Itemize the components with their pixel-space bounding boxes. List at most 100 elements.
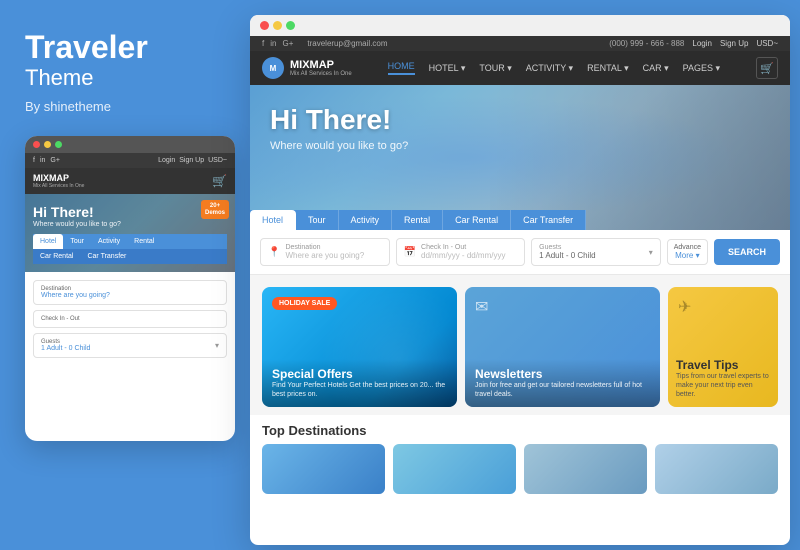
mobile-tab-rental[interactable]: Rental — [127, 234, 161, 249]
mobile-logo-bar: MIXMAP Mix All Services In One 🛒 — [25, 168, 235, 194]
special-offers-desc: Find Your Perfect Hotels Get the best pr… — [272, 381, 447, 399]
guests-field[interactable]: Guests 1 Adult - 0 Child ▾ — [531, 238, 661, 266]
destination-field[interactable]: 📍 Destination Where are you going? — [260, 238, 390, 266]
top-destinations-title: Top Destinations — [262, 423, 778, 438]
travel-tips-content: Travel Tips Tips from our travel experts… — [668, 350, 778, 407]
stab-activity[interactable]: Activity — [339, 210, 393, 230]
checkin-field[interactable]: 📅 Check In - Out dd/mm/yyy - dd/mm/yyy — [396, 238, 526, 266]
mobile-nav: f in G+ Login Sign Up USD~ — [25, 153, 235, 168]
nav-icons: 🛒 — [756, 57, 778, 79]
desktop-navbar: M MIXMAP Mix All Services In One HOME HO… — [250, 51, 790, 85]
login-btn[interactable]: Login — [692, 39, 712, 48]
top-destinations-section: Top Destinations — [250, 415, 790, 502]
hero-subtitle: Where would you like to go? — [270, 140, 408, 152]
gplus-icon[interactable]: G+ — [282, 39, 293, 48]
dot-green — [55, 141, 62, 148]
nav-home[interactable]: HOME — [388, 61, 415, 75]
nav-tour[interactable]: TOUR ▾ — [479, 63, 511, 74]
currency-select[interactable]: USD~ — [208, 157, 227, 164]
promo-cards: HOLIDAY SALE Special Offers Find Your Pe… — [250, 275, 790, 415]
special-offers-card[interactable]: HOLIDAY SALE Special Offers Find Your Pe… — [262, 287, 457, 407]
nav-activity[interactable]: ACTIVITY ▾ — [526, 63, 573, 74]
mobile-tab-car-rental[interactable]: Car Rental — [33, 249, 80, 264]
mobile-destination-field[interactable]: Destination Where are you going? — [33, 280, 227, 305]
linkedin-icon[interactable]: in — [40, 157, 45, 164]
dest-card-3[interactable] — [524, 444, 647, 494]
mobile-tab-hotel[interactable]: Hotel — [33, 234, 63, 249]
demos-badge: 20+Demos — [201, 200, 229, 219]
fb-icon[interactable]: f — [262, 39, 264, 48]
destination-icon: 📍 — [268, 247, 280, 258]
stab-tour[interactable]: Tour — [296, 210, 339, 230]
search-bar: 📍 Destination Where are you going? 📅 Che… — [250, 230, 790, 275]
signup-btn[interactable]: Sign Up — [720, 39, 748, 48]
desktop-hero: Hi There! Where would you like to go? Ho… — [250, 85, 790, 230]
logo-area: M MIXMAP Mix All Services In One — [262, 57, 352, 79]
topbar-left: f in G+ travelerup@gmail.com — [262, 39, 388, 48]
hero-content: Hi There! Where would you like to go? — [270, 105, 408, 152]
destinations-row — [262, 444, 778, 494]
advance-field[interactable]: Advance More ▾ — [667, 239, 708, 265]
dot-red — [33, 141, 40, 148]
signup-link[interactable]: Sign Up — [179, 157, 204, 164]
gplus-icon[interactable]: G+ — [50, 157, 60, 164]
stab-car-rental[interactable]: Car Rental — [443, 210, 511, 230]
dest-card-2[interactable] — [393, 444, 516, 494]
brand-by: By shinetheme — [25, 99, 220, 114]
stab-car-transfer[interactable]: Car Transfer — [511, 210, 586, 230]
travel-tips-icon: ✈ — [678, 297, 691, 317]
destination-label: Destination — [285, 244, 381, 251]
mobile-tab-activity[interactable]: Activity — [91, 234, 127, 249]
guests-value: 1 Adult - 0 Child — [539, 251, 595, 260]
newsletters-desc: Join for free and get our tailored newsl… — [475, 381, 650, 399]
mobile-hero-title: Hi There! — [33, 204, 227, 221]
logo-name: MIXMAP — [290, 59, 352, 71]
nav-rental[interactable]: RENTAL ▾ — [587, 63, 629, 74]
checkin-icon: 📅 — [404, 247, 416, 258]
stab-rental[interactable]: Rental — [392, 210, 443, 230]
nav-hotel[interactable]: HOTEL ▾ — [429, 63, 466, 74]
newsletters-content: Newsletters Join for free and get our ta… — [465, 359, 660, 407]
mobile-checkin-field[interactable]: Check In - Out — [33, 310, 227, 328]
linkedin-icon[interactable]: in — [270, 39, 276, 48]
logo-text-area: MIXMAP Mix All Services In One — [290, 59, 352, 77]
currency-btn[interactable]: USD~ — [756, 39, 778, 48]
wd-red — [260, 21, 269, 30]
mobile-tab-car-transfer[interactable]: Car Transfer — [80, 249, 133, 264]
hero-title: Hi There! — [270, 105, 408, 136]
advance-label: Advance — [674, 244, 701, 251]
dest-card-1[interactable] — [262, 444, 385, 494]
dest-card-4[interactable] — [655, 444, 778, 494]
login-link[interactable]: Login — [158, 157, 175, 164]
mobile-logo: MIXMAP Mix All Services In One — [33, 173, 84, 189]
newsletters-card[interactable]: ✉ Newsletters Join for free and get our … — [465, 287, 660, 407]
travel-tips-card[interactable]: ✈ Travel Tips Tips from our travel exper… — [668, 287, 778, 407]
checkin-placeholder: dd/mm/yyy - dd/mm/yyy — [421, 251, 517, 260]
nav-links: HOME HOTEL ▾ TOUR ▾ ACTIVITY ▾ RENTAL ▾ … — [388, 61, 720, 75]
nav-pages[interactable]: PAGES ▾ — [683, 63, 720, 74]
mobile-tab-tour[interactable]: Tour — [63, 234, 91, 249]
mobile-nav-right: Login Sign Up USD~ — [158, 157, 227, 164]
search-tabs: Hotel Tour Activity Rental Car Rental Ca… — [250, 210, 586, 230]
mobile-hero-sub: Where would you like to go? — [33, 221, 227, 228]
left-panel: Traveler Theme By shinetheme f in G+ Log… — [0, 0, 245, 550]
nav-car[interactable]: CAR ▾ — [643, 63, 669, 74]
mobile-cart-icon[interactable]: 🛒 — [212, 174, 227, 188]
travel-tips-title: Travel Tips — [676, 358, 770, 372]
brand-title: Traveler — [25, 30, 220, 65]
stab-hotel[interactable]: Hotel — [250, 210, 296, 230]
search-button[interactable]: SEARCH — [714, 239, 780, 265]
fb-icon[interactable]: f — [33, 157, 35, 164]
mobile-guests-field[interactable]: Guests 1 Adult - 0 Child ▾ — [33, 333, 227, 358]
special-offers-title: Special Offers — [272, 367, 447, 381]
mobile-form: Destination Where are you going? Check I… — [25, 272, 235, 371]
mobile-window-dots — [25, 136, 235, 153]
mobile-social-links: f in G+ — [33, 157, 60, 164]
window-dots — [250, 15, 790, 36]
guests-chevron: ▾ — [649, 248, 653, 257]
mobile-search-tabs: Hotel Tour Activity Rental — [33, 234, 227, 249]
destination-placeholder: Where are you going? — [285, 251, 381, 260]
cart-icon[interactable]: 🛒 — [756, 57, 778, 79]
desktop-topbar: f in G+ travelerup@gmail.com (000) 999 -… — [250, 36, 790, 51]
checkin-inner: Check In - Out dd/mm/yyy - dd/mm/yyy — [421, 244, 517, 260]
